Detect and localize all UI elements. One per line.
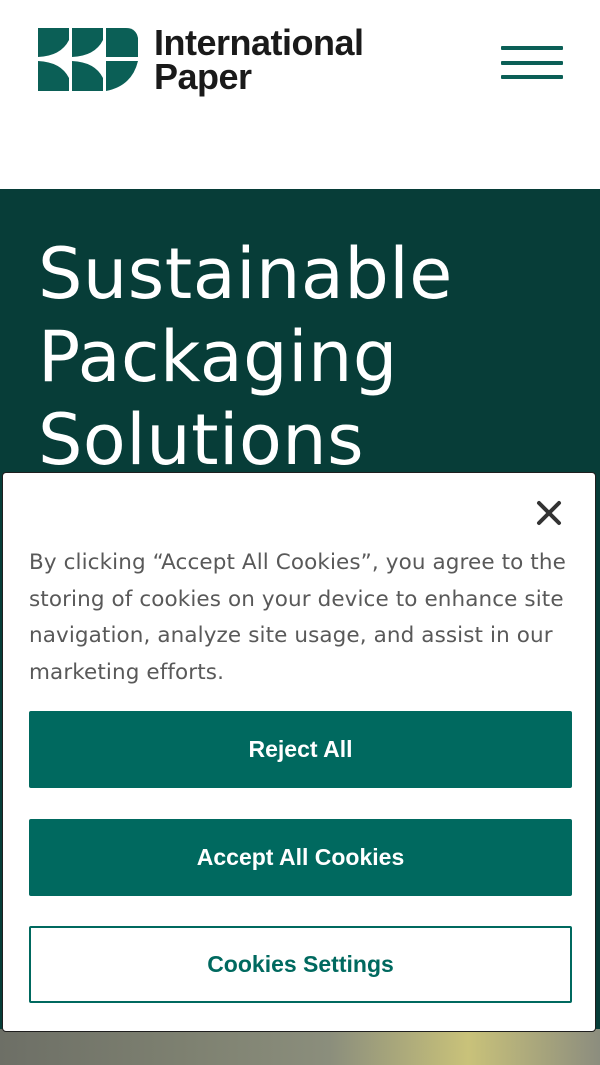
logo-line-2: Paper [154,56,252,97]
site-header: International Paper [0,0,600,189]
close-icon [537,501,561,525]
hero-title: Sustainable Packaging Solutions [38,233,453,481]
close-banner-button[interactable] [529,493,569,533]
logo-wordmark: International Paper [154,22,364,97]
logo-mark-icon [38,28,138,91]
reject-all-button[interactable]: Reject All [29,711,572,788]
menu-bar-middle [501,61,563,65]
cookies-settings-button[interactable]: Cookies Settings [29,926,572,1003]
international-paper-logo[interactable]: International Paper [36,22,364,97]
menu-bar-top [501,46,563,50]
menu-bar-bottom [501,75,563,79]
cookie-consent-banner: By clicking “Accept All Cookies”, you ag… [2,472,596,1032]
logo-line-1: International [154,22,364,63]
cookie-policy-text: By clicking “Accept All Cookies”, you ag… [29,550,566,685]
hero-background-image [0,1029,600,1065]
accept-all-cookies-button[interactable]: Accept All Cookies [29,819,572,896]
hamburger-menu-icon[interactable] [501,46,563,80]
